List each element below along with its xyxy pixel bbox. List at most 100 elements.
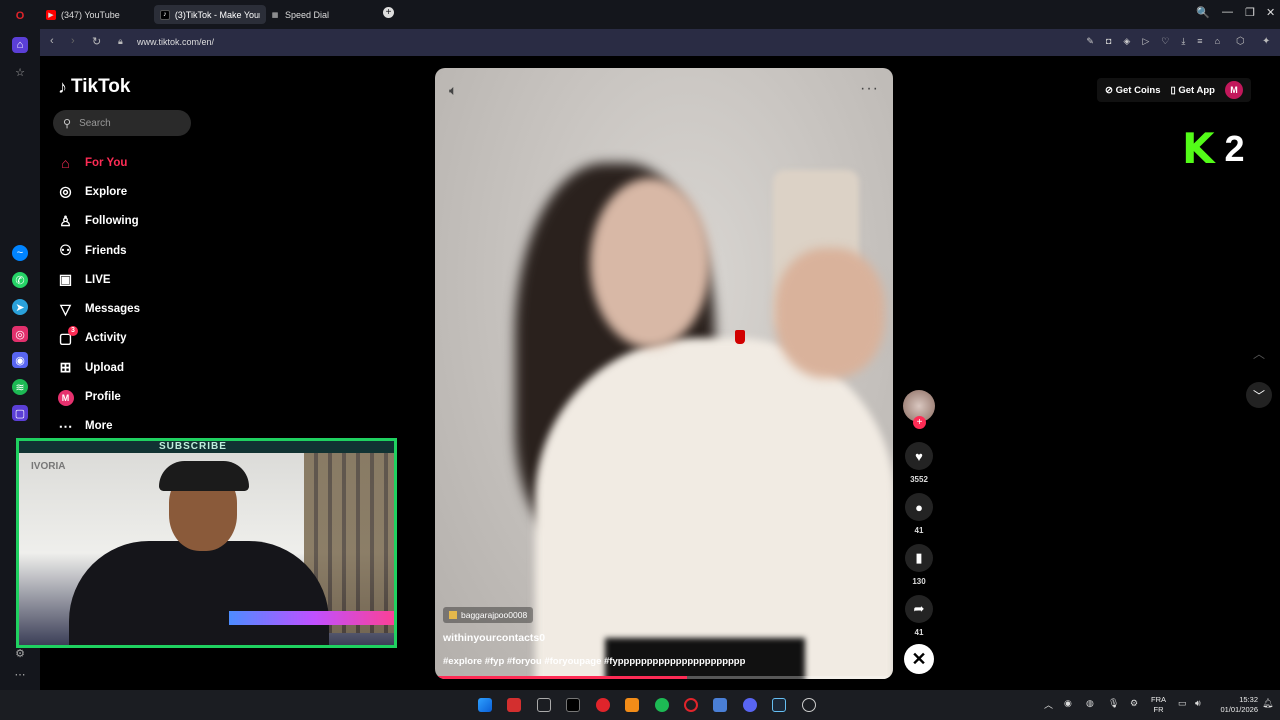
notifications-icon[interactable]: 🔔︎ — [1262, 698, 1273, 709]
video-author[interactable]: baggarajpoo0008 — [443, 607, 534, 623]
volume-icon[interactable]: 🔈︎ — [449, 82, 457, 99]
more-options-icon[interactable]: ⋯ — [12, 666, 28, 682]
sidebar-item-messages[interactable]: ▽ Messages — [57, 294, 140, 323]
save-button[interactable]: ▮ — [905, 544, 933, 572]
get-coins-label: Get Coins — [1115, 84, 1161, 96]
activity-icon: ▢ 3 — [57, 325, 78, 347]
tray-network-icon[interactable]: ⚙ — [1130, 698, 1138, 709]
follow-plus-icon[interactable]: + — [913, 416, 926, 429]
forward-icon[interactable]: › — [71, 35, 75, 47]
sidebar-item-live[interactable]: ▣ LIVE — [57, 265, 140, 294]
tiktok-logo[interactable]: ♪ TikTok — [58, 76, 130, 98]
vlc-icon[interactable] — [625, 698, 639, 712]
language-indicator[interactable]: FRA FR — [1151, 695, 1166, 715]
new-tab-button[interactable]: + — [383, 7, 394, 18]
user-avatar[interactable]: M — [1224, 81, 1243, 99]
download-icon[interactable]: ⤓ — [1181, 36, 1185, 47]
sidebar-item-more[interactable]: ⋯ More — [57, 412, 140, 441]
next-video-button[interactable]: ﹀ — [1246, 382, 1272, 408]
discord-taskbar-icon[interactable] — [743, 698, 757, 712]
tab-tiktok[interactable]: ♪ (3)TikTok - Make Your — [154, 5, 266, 24]
app-blue-icon[interactable] — [713, 698, 727, 712]
sidebar-item-friends[interactable]: ⚇ Friends — [57, 236, 140, 265]
messenger-icon[interactable]: ~ — [12, 245, 28, 261]
shield-icon[interactable]: ◈ — [1123, 36, 1130, 47]
profile-avatar: M — [57, 390, 74, 407]
windows-start-icon[interactable] — [478, 698, 492, 712]
sidebar-item-upload[interactable]: ⊞ Upload — [57, 353, 140, 382]
twitch-icon[interactable]: ▢ — [12, 405, 28, 421]
sidebar-item-profile[interactable]: M Profile — [57, 382, 140, 411]
obs-icon[interactable] — [802, 698, 816, 712]
tab-speed-dial[interactable]: ▦ Speed Dial — [264, 5, 335, 24]
maximize-button[interactable]: ❐ — [1245, 6, 1255, 19]
video-subject-face — [590, 178, 710, 348]
clock[interactable]: 15:32 01/01/2026 — [1220, 695, 1258, 715]
sidebar-item-for-you[interactable]: ⌂ For You — [57, 148, 140, 177]
sidebar-item-activity[interactable]: ▢ 3 Activity — [57, 324, 140, 353]
share-button[interactable]: ➦ — [905, 595, 933, 623]
snip-tool-icon[interactable] — [537, 698, 551, 712]
sidebar-nav: ⌂ For You ◎ Explore ♙ Following ⚇ Friend… — [57, 148, 140, 441]
extensions-icon[interactable]: ⬡ — [1236, 36, 1245, 47]
display-icon[interactable]: ▭ — [1178, 698, 1187, 709]
share-icon: ➦ — [913, 601, 925, 616]
compass-icon: ◎ — [59, 183, 72, 200]
get-app-button[interactable]: ▯ Get App — [1170, 85, 1214, 96]
camera-icon[interactable]: ◘ — [1106, 36, 1111, 47]
sidebar-item-explore[interactable]: ◎ Explore — [57, 177, 140, 206]
app-red-icon[interactable] — [507, 698, 521, 712]
spotify-icon[interactable]: ≋ — [12, 379, 28, 395]
capcut-taskbar-icon[interactable] — [566, 698, 580, 712]
reload-icon[interactable]: ↻ — [92, 35, 101, 48]
streamer-hoodie — [69, 541, 329, 645]
close-button[interactable]: ✕ — [1266, 6, 1275, 19]
get-coins-button[interactable]: ⊘ Get Coins — [1105, 85, 1160, 96]
search-input[interactable] — [79, 117, 180, 129]
bookmarks-icon[interactable]: ☆ — [12, 64, 28, 80]
heart-icon[interactable]: ♡ — [1161, 36, 1169, 47]
like-button[interactable]: ♥ — [905, 442, 933, 470]
search-box[interactable]: ⚲ — [53, 110, 191, 136]
play-icon[interactable]: ▷ — [1142, 36, 1149, 47]
tab-youtube[interactable]: ▶ (347) YouTube — [40, 5, 126, 24]
back-icon[interactable]: ‹ — [50, 35, 54, 47]
search-icon: ⚲ — [63, 117, 72, 130]
spotify-taskbar-icon[interactable] — [655, 698, 669, 712]
telegram-icon[interactable]: ➤ — [12, 299, 28, 315]
tray-app-icon[interactable]: ◉ — [1064, 698, 1072, 709]
capcut-icon[interactable]: ✕ — [904, 644, 934, 674]
tray-steam-icon[interactable]: ◍ — [1086, 698, 1094, 709]
previous-video-button[interactable]: ︿ — [1246, 340, 1272, 366]
opera-logo-icon[interactable]: O — [12, 8, 28, 24]
whatsapp-icon[interactable]: ✆ — [12, 272, 28, 288]
tiktok-note-icon: ♪ — [58, 76, 67, 97]
ai-icon[interactable]: ✦ — [1262, 36, 1270, 47]
discord-icon[interactable]: ◉ — [12, 352, 28, 368]
tab-bar: ▶ (347) YouTube ♪ (3)TikTok - Make Your … — [40, 0, 1280, 29]
steam-icon[interactable] — [772, 698, 786, 712]
more-options-icon[interactable]: ··· — [860, 80, 879, 98]
minimize-button[interactable]: — — [1222, 6, 1233, 18]
menu-icon[interactable]: ≡ — [1197, 36, 1202, 47]
opera-taskbar-icon[interactable] — [684, 698, 698, 712]
comment-button[interactable]: ● — [905, 493, 933, 521]
account-icon[interactable]: ⌂ — [1215, 36, 1220, 47]
volume-tray-icon[interactable]: 🔊︎ — [1195, 698, 1201, 709]
video-progress[interactable] — [435, 676, 893, 679]
recorder-icon[interactable] — [596, 698, 610, 712]
sidebar-item-following[interactable]: ♙ Following — [57, 207, 140, 236]
search-tabs-icon[interactable]: 🔍 — [1196, 6, 1210, 19]
home-icon[interactable]: ⌂ — [12, 37, 28, 53]
url-field[interactable]: www.tiktok.com/en/ — [137, 37, 214, 47]
edit-icon[interactable]: ✎ — [1086, 36, 1094, 47]
microphone-icon[interactable]: 🎙︎ — [1108, 698, 1119, 709]
heart-icon: ♥ — [915, 448, 923, 464]
more-icon: ⋯ — [58, 417, 73, 434]
instagram-icon[interactable]: ◎ — [12, 326, 28, 342]
address-bar: ‹ › ↻ 🔒︎ www.tiktok.com/en/ ✎ ◘ ◈ ▷ ♡ ⤓ … — [40, 29, 1280, 56]
video-hashtags[interactable]: #explore #fyp #foryou #foryoupage #fyppp… — [443, 656, 745, 667]
creator-avatar[interactable]: + — [903, 390, 935, 429]
tray-chevron-icon[interactable]: ︿ — [1044, 698, 1053, 711]
video-player[interactable]: 🔈︎ ··· baggarajpoo0008 withinyourcontact… — [435, 68, 893, 679]
